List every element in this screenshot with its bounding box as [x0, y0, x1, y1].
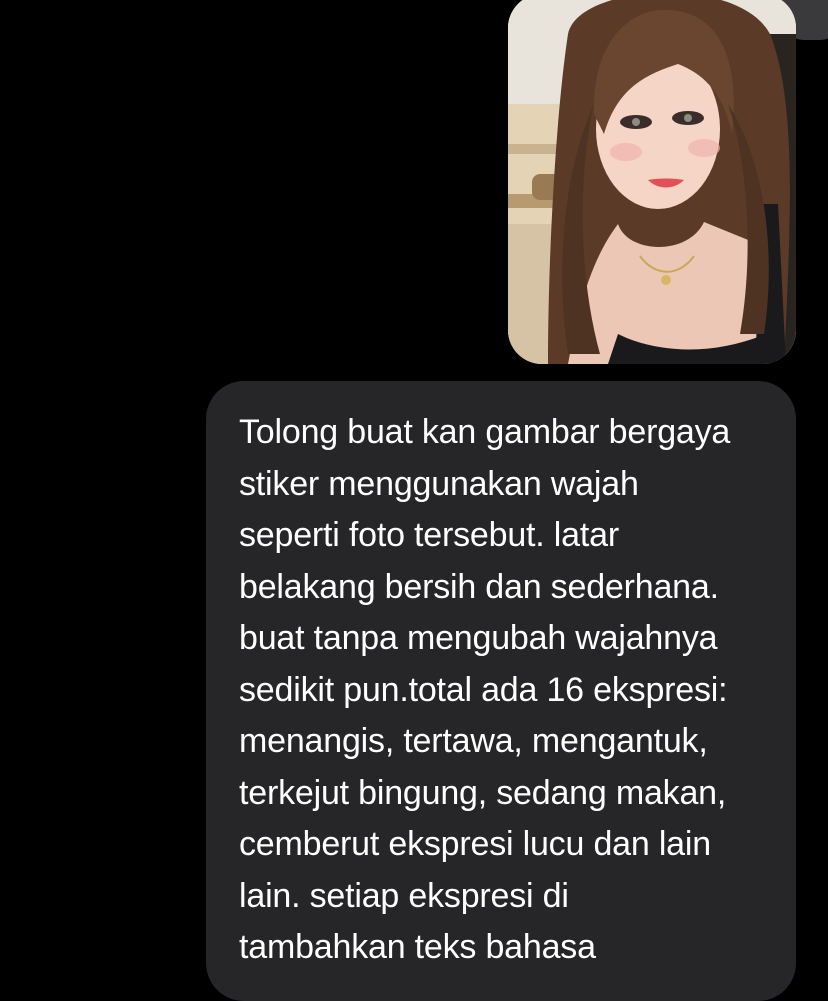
message-text: Tolong buat kan gambar bergaya stiker me…	[239, 413, 731, 966]
outgoing-message-bubble[interactable]: Tolong buat kan gambar bergaya stiker me…	[206, 381, 796, 1001]
chat-thread: Tolong buat kan gambar bergaya stiker me…	[0, 0, 828, 1001]
photo-attachment-bubble[interactable]	[508, 0, 796, 364]
photo-thumbnail-image	[508, 0, 796, 364]
